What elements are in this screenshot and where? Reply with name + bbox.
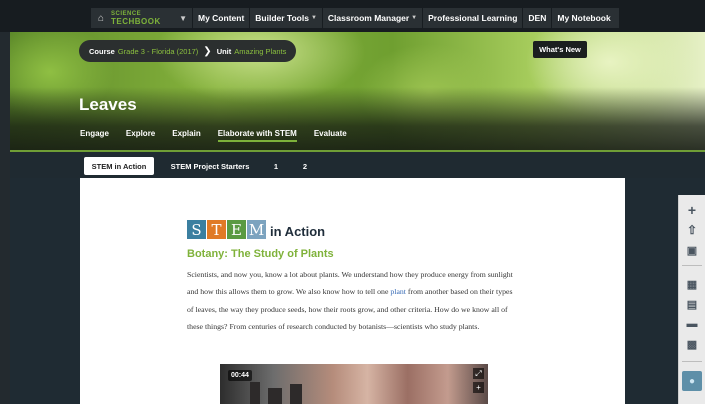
top-navigation: ⌂ SCIENCE TECHBOOK ▼ My Content Builder …: [0, 0, 705, 32]
video-player[interactable]: 00:44 ⤢ +: [220, 364, 488, 404]
breadcrumb-unit-label: Unit: [216, 46, 232, 56]
nav-my-notebook-label: My Notebook: [557, 13, 611, 23]
add-icon[interactable]: +: [473, 382, 484, 393]
tab-explore[interactable]: Explore: [126, 129, 155, 142]
breadcrumb-course-label: Course: [89, 46, 115, 56]
nav-den-label: DEN: [528, 13, 547, 23]
video-thumbnail-detail: [268, 388, 282, 404]
whats-new-button[interactable]: What's New: [533, 41, 587, 58]
stem-letter-m: M: [247, 220, 266, 239]
nav-my-content-label: My Content: [198, 13, 245, 23]
nav-professional-learning[interactable]: Professional Learning: [422, 8, 522, 28]
glossary-icon[interactable]: ▤: [683, 295, 701, 313]
tab-evaluate[interactable]: Evaluate: [314, 129, 347, 142]
breadcrumb-course-link[interactable]: Grade 3 - Florida (2017): [118, 47, 198, 56]
nav-my-content[interactable]: My Content: [192, 8, 249, 28]
section-tabs: Engage Explore Explain Elaborate with ST…: [80, 129, 364, 142]
chart-icon[interactable]: ▩: [683, 335, 701, 353]
left-margin: [0, 32, 10, 404]
stem-letter-t: T: [207, 220, 226, 239]
chevron-down-icon: ▼: [411, 15, 418, 21]
video-thumbnail: [220, 364, 488, 404]
add-icon[interactable]: +: [683, 201, 701, 219]
nav-den[interactable]: DEN: [522, 8, 551, 28]
stem-letter-s: S: [187, 220, 206, 239]
nav-classroom-manager-label: Classroom Manager: [327, 13, 410, 23]
tab-elaborate-with-stem[interactable]: Elaborate with STEM: [217, 129, 297, 142]
toolbar-divider: [682, 265, 702, 266]
home-icon[interactable]: ⌂: [94, 11, 108, 25]
subtab-bar: STEM in Action STEM Project Starters 1 2: [10, 152, 705, 178]
chevron-down-icon[interactable]: ▼: [179, 14, 187, 23]
breadcrumb: Course Grade 3 - Florida (2017) ❯ Unit A…: [79, 40, 297, 62]
nav-builder-tools-label: Builder Tools: [255, 13, 309, 23]
chevron-down-icon: ▼: [310, 15, 317, 21]
video-thumbnail-detail: [290, 384, 302, 404]
subtab-page-1[interactable]: 1: [270, 157, 282, 175]
intro-paragraph: Scientists, and now you, know a lot abou…: [187, 266, 517, 336]
stem-letter-e: E: [227, 220, 246, 239]
tab-engage[interactable]: Engage: [80, 129, 109, 142]
nav-bar: ⌂ SCIENCE TECHBOOK ▼ My Content Builder …: [91, 8, 619, 28]
glossary-link-plant[interactable]: plant: [390, 287, 406, 296]
breadcrumb-unit-link[interactable]: Amazing Plants: [234, 47, 286, 56]
right-toolbar: + ⇧ ▣ ▦ ▤ ▬ ▩ ●: [678, 195, 705, 404]
nav-my-notebook[interactable]: My Notebook: [551, 8, 615, 28]
chevron-right-icon: ❯: [203, 45, 212, 57]
page-title: Leaves: [79, 95, 137, 114]
subtab-page-2[interactable]: 2: [299, 157, 311, 175]
nav-classroom-manager[interactable]: Classroom Manager ▼: [321, 8, 422, 28]
brand-menu[interactable]: ⌂ SCIENCE TECHBOOK ▼: [94, 8, 192, 28]
brand-logo: SCIENCE TECHBOOK: [111, 11, 161, 26]
content-page: S T E M in Action Botany: The Study of P…: [80, 178, 625, 404]
section-heading: Botany: The Study of Plants: [187, 248, 334, 260]
video-duration: 00:44: [228, 370, 252, 381]
stem-in-action-logo: S T E M in Action: [187, 220, 325, 239]
chat-icon[interactable]: ●: [682, 371, 702, 391]
toolbar-divider: [682, 361, 702, 362]
nav-builder-tools[interactable]: Builder Tools ▼: [249, 8, 322, 28]
print-icon[interactable]: ▣: [683, 241, 701, 259]
stem-in-action-text: in Action: [270, 224, 326, 239]
tab-explain[interactable]: Explain: [172, 129, 200, 142]
video-thumbnail-detail: [250, 382, 260, 404]
brand-logo-bottom: TECHBOOK: [111, 17, 161, 26]
nav-professional-learning-label: Professional Learning: [428, 13, 518, 23]
share-icon[interactable]: ⇧: [683, 221, 701, 239]
subtab-stem-project-starters[interactable]: STEM Project Starters: [168, 157, 252, 175]
fullscreen-icon[interactable]: ⤢: [473, 368, 484, 379]
notebook-icon[interactable]: ▬: [683, 315, 701, 333]
subtab-stem-in-action[interactable]: STEM in Action: [84, 157, 154, 175]
calculator-icon[interactable]: ▦: [683, 275, 701, 293]
